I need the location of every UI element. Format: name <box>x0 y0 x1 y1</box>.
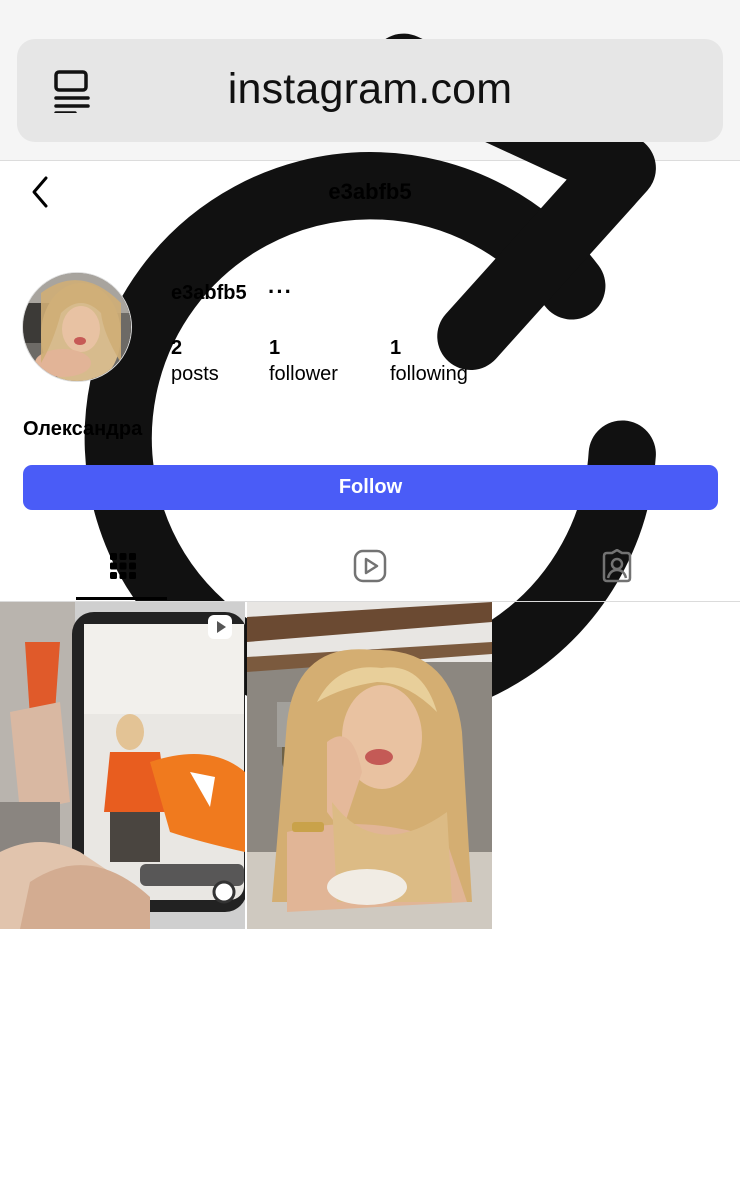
avatar[interactable] <box>22 272 132 382</box>
post-thumbnail[interactable] <box>0 602 245 929</box>
post-thumbnail[interactable] <box>247 602 492 929</box>
reels-play-icon <box>353 549 387 582</box>
stat-value: 2 <box>171 337 183 359</box>
browser-chrome: instagram.com <box>0 0 740 724</box>
url-bar[interactable]: instagram.com <box>17 39 723 142</box>
tab-tagged[interactable] <box>494 530 740 601</box>
profile-tabs <box>0 530 740 602</box>
grid-icon <box>110 552 136 579</box>
tagged-person-icon <box>602 548 632 582</box>
active-tab-indicator <box>76 597 167 600</box>
stat-following[interactable]: 1 following <box>390 335 468 387</box>
stat-label: posts <box>171 363 219 385</box>
reel-badge-icon <box>208 615 232 639</box>
stat-label: follower <box>269 363 338 385</box>
username: e3abfb5 <box>171 282 247 304</box>
stat-value: 1 <box>269 337 281 359</box>
full-name: Олександра <box>23 418 143 440</box>
stat-followers[interactable]: 1 follower <box>269 335 338 387</box>
url-text[interactable]: instagram.com <box>17 65 723 114</box>
stat-label: following <box>390 363 468 385</box>
follow-button[interactable]: Follow <box>23 465 718 510</box>
stat-value: 1 <box>390 337 402 359</box>
more-options-icon[interactable]: ··· <box>268 279 293 305</box>
tab-posts[interactable] <box>0 530 246 601</box>
tab-reels[interactable] <box>247 530 493 601</box>
page-title: e3abfb5 <box>328 179 412 204</box>
stat-posts: 2 posts <box>171 335 219 387</box>
